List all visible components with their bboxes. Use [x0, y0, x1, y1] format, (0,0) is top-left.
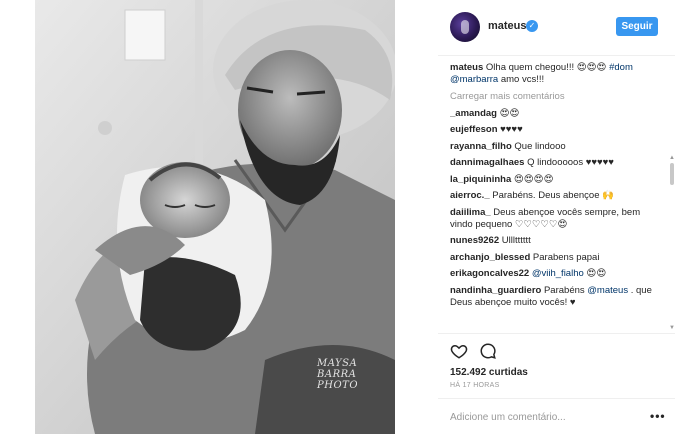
comment-text: Parabéns. Deus abençoe 🙌 — [489, 190, 614, 201]
comment-text: Q lindooooos ♥♥♥♥♥ — [524, 157, 614, 168]
avatar[interactable] — [450, 12, 480, 42]
comment-item: nandinha_guardiero Parabéns @mateus . qu… — [450, 285, 665, 309]
comment-item: eujeffeson ♥♥♥♥ — [450, 124, 665, 136]
comments-scrollbar[interactable]: ▲ ▼ — [669, 155, 675, 335]
caption: mateus Olha quem chegou!!! 😍😍😍 #dom @mar… — [450, 62, 665, 86]
caption-hashtag[interactable]: #dom — [609, 62, 633, 73]
comment-text: ♥♥♥♥ — [497, 124, 523, 135]
comment-item: nunes9262 Ullltttttt — [450, 235, 665, 247]
comment-mention[interactable]: @mateus — [587, 285, 628, 296]
post-header: mateus ✓ Seguir — [438, 0, 675, 56]
comment-item: daiilima_ Deus abençoe vocês sempre, bem… — [450, 207, 665, 231]
more-options-button[interactable]: ••• — [650, 409, 666, 423]
comment-composer: ••• — [438, 398, 675, 436]
comment-text: Parabens papai — [530, 251, 600, 263]
comment-text: 😍😍 — [497, 107, 520, 119]
follow-button[interactable]: Seguir — [616, 17, 658, 36]
comment-username[interactable]: erikagoncalves22 — [450, 268, 529, 279]
likes-count[interactable]: 152.492 curtidas — [450, 367, 528, 378]
comment-username[interactable]: eujeffeson — [450, 124, 498, 135]
comment-text: Parabéns — [541, 284, 588, 296]
caption-text-after: amo vcs!!! — [498, 74, 545, 85]
comment-username[interactable]: la_piquininha — [450, 174, 511, 185]
comments-list: mateus Olha quem chegou!!! 😍😍😍 #dom @mar… — [450, 62, 665, 332]
comment-username[interactable]: rayanna_filho — [450, 141, 512, 152]
comment-item: dannimagalhaes Q lindooooos ♥♥♥♥♥ — [450, 157, 665, 169]
scrollbar-thumb[interactable] — [670, 163, 674, 185]
comment-item: la_piquininha 😍😍😍😍 — [450, 174, 665, 186]
comment-text: 😍😍😍😍 — [511, 173, 554, 185]
comment-text: Que lindooo — [511, 140, 566, 152]
post-actions: 152.492 curtidas HÁ 17 HORAS ••• — [438, 333, 675, 435]
comment-item: archanjo_blessed Parabens papai — [450, 252, 665, 264]
comment-username[interactable]: _amandag — [450, 108, 497, 119]
comment-item: aierroc._ Parabéns. Deus abençoe 🙌 — [450, 190, 665, 202]
comment-username[interactable]: daiilima_ — [450, 207, 491, 218]
post-sidebar: mateus ✓ Seguir mateus Olha quem chegou!… — [438, 0, 675, 434]
photo-watermark: MAYSA BARRA PHOTO — [317, 358, 359, 391]
comment-username[interactable]: dannimagalhaes — [450, 157, 524, 168]
header-username[interactable]: mateus — [488, 20, 527, 32]
comment-username[interactable]: nandinha_guardiero — [450, 285, 541, 296]
comment-text: Ullltttttt — [499, 235, 531, 246]
heart-outline-icon[interactable] — [450, 342, 470, 362]
load-more-comments-link[interactable]: Carregar mais comentários — [450, 91, 665, 103]
comment-item: _amandag 😍😍 — [450, 108, 665, 120]
caption-mention[interactable]: @marbarra — [450, 74, 498, 85]
caption-username[interactable]: mateus — [450, 62, 483, 73]
post-photo[interactable]: MAYSA BARRA PHOTO — [35, 0, 395, 434]
comment-item: erikagoncalves22 @viih_fialho 😍😍 — [450, 268, 665, 280]
caption-text: Olha quem chegou!!! 😍😍😍 — [483, 62, 610, 73]
verified-badge-icon: ✓ — [526, 20, 538, 32]
comment-username[interactable]: archanjo_blessed — [450, 252, 530, 263]
comment-text-after: 😍😍 — [583, 268, 607, 279]
scroll-up-arrow-icon[interactable]: ▲ — [669, 155, 675, 161]
comment-username[interactable]: aierroc._ — [450, 190, 490, 201]
post-timestamp[interactable]: HÁ 17 HORAS — [450, 382, 500, 389]
comment-mention[interactable]: @viih_fialho — [532, 268, 584, 279]
scroll-down-arrow-icon[interactable]: ▼ — [669, 325, 675, 331]
comment-item: rayanna_filho Que lindooo — [450, 141, 665, 153]
comment-input[interactable] — [450, 408, 640, 426]
comment-username[interactable]: nunes9262 — [450, 235, 499, 246]
speech-bubble-icon[interactable] — [479, 342, 499, 362]
